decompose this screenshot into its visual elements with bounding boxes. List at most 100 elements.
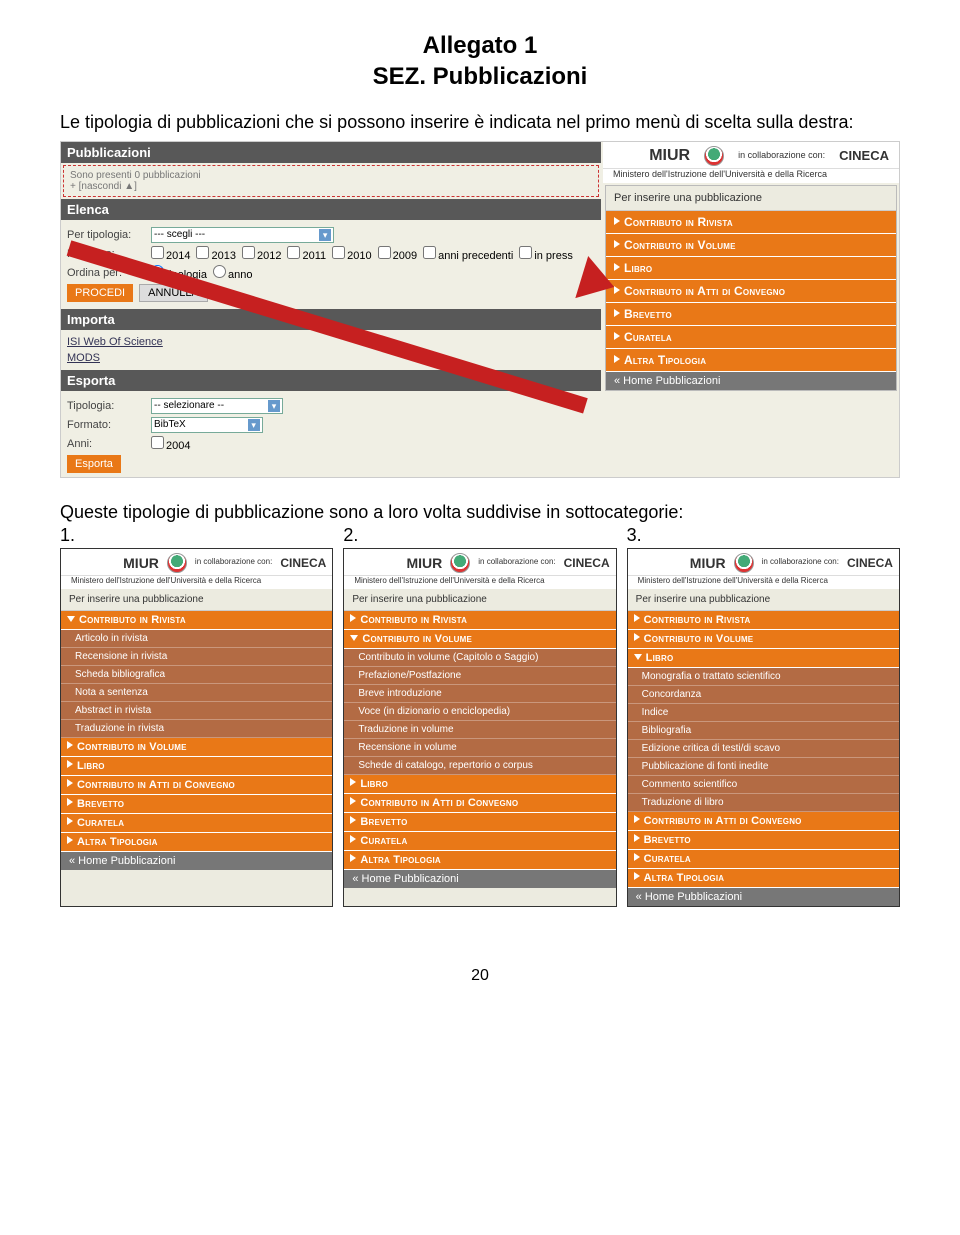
intro-text: Le tipologia di pubblicazioni che si pos… — [60, 110, 900, 134]
sub-item[interactable]: Concordanza — [628, 686, 899, 704]
chevron-down-icon: ▾ — [268, 400, 280, 412]
cat-item[interactable]: Contributo in Atti di Convegno — [628, 812, 899, 831]
cat-altra[interactable]: Altra Tipologia — [606, 349, 896, 372]
cat-item[interactable]: Contributo in Rivista — [628, 611, 899, 630]
chk-2009[interactable]: 2009 — [378, 246, 417, 262]
sub-item[interactable]: Recensione in rivista — [61, 648, 332, 666]
back-link[interactable]: « Home Pubblicazioni — [606, 372, 896, 390]
elenca-header: Elenca — [61, 199, 601, 220]
sub-item[interactable]: Articolo in rivista — [61, 630, 332, 648]
chk-2011[interactable]: 2011 — [287, 246, 326, 262]
cat-expanded[interactable]: Contributo in Volume — [344, 630, 615, 649]
sub-item[interactable]: Commento scientifico — [628, 776, 899, 794]
row-ordina: Ordina per: tipologia anno — [67, 265, 595, 281]
chevron-down-icon: ▾ — [319, 229, 331, 241]
cat-item[interactable]: Libro — [61, 757, 332, 776]
cat-item[interactable]: Altra Tipologia — [61, 833, 332, 852]
sub-item[interactable]: Traduzione in volume — [344, 721, 615, 739]
annulla-button[interactable]: ANNULLA — [139, 284, 208, 302]
chevron-down-icon — [67, 616, 75, 622]
sub-item[interactable]: Pubblicazione di fonti inedite — [628, 758, 899, 776]
sub-item[interactable]: Traduzione di libro — [628, 794, 899, 812]
cat-rivista[interactable]: Contributo in Rivista — [606, 211, 896, 234]
select-tipologia[interactable]: --- scegli --- ▾ — [151, 227, 334, 243]
back-link[interactable]: « Home Pubblicazioni — [61, 852, 332, 870]
chevron-right-icon — [614, 217, 620, 225]
chk-2010[interactable]: 2010 — [332, 246, 371, 262]
back-link[interactable]: « Home Pubblicazioni — [628, 888, 899, 906]
cat-brevetto[interactable]: Brevetto — [606, 303, 896, 326]
left-column: Pubblicazioni Sono presenti 0 pubblicazi… — [61, 142, 601, 477]
chk-2012[interactable]: 2012 — [242, 246, 281, 262]
radio-anno[interactable]: anno — [213, 265, 252, 281]
sub-item[interactable]: Recensione in volume — [344, 739, 615, 757]
chevron-right-icon — [614, 240, 620, 248]
select-tipologia-export[interactable]: -- selezionare --▾ — [151, 398, 283, 414]
panel-prompt: Per inserire una pubblicazione — [606, 186, 896, 211]
col-label-1: 1. — [60, 525, 333, 546]
pubblicazioni-header: Pubblicazioni — [61, 142, 601, 163]
chevron-down-icon: ▾ — [248, 419, 260, 431]
cat-expanded[interactable]: Libro — [628, 649, 899, 668]
sub-item[interactable]: Edizione critica di testi/di scavo — [628, 740, 899, 758]
cat-item[interactable]: Brevetto — [344, 813, 615, 832]
three-panels: MIURin collaborazione con:CINECA Ministe… — [60, 548, 900, 907]
sub-item[interactable]: Scheda bibliografica — [61, 666, 332, 684]
cat-item[interactable]: Contributo in Atti di Convegno — [344, 794, 615, 813]
chk-2004[interactable]: 2004 — [151, 436, 190, 452]
sub-item[interactable]: Breve introduzione — [344, 685, 615, 703]
sub-item[interactable]: Abstract in rivista — [61, 702, 332, 720]
chk-2014[interactable]: 2014 — [151, 246, 190, 262]
cat-item[interactable]: Altra Tipologia — [628, 869, 899, 888]
cat-item[interactable]: Brevetto — [628, 831, 899, 850]
cat-curatela[interactable]: Curatela — [606, 326, 896, 349]
cat-item[interactable]: Altra Tipologia — [344, 851, 615, 870]
radio-tipologia[interactable]: tipologia — [151, 265, 207, 281]
chevron-right-icon — [614, 309, 620, 317]
cat-item[interactable]: Curatela — [628, 850, 899, 869]
col-label-3: 3. — [627, 525, 900, 546]
sub-item[interactable]: Prefazione/Postfazione — [344, 667, 615, 685]
sub-item[interactable]: Bibliografia — [628, 722, 899, 740]
collab-label: in collaborazione con: — [738, 151, 825, 161]
sub-item[interactable]: Monografia o trattato scientifico — [628, 668, 899, 686]
cat-item[interactable]: Brevetto — [61, 795, 332, 814]
gov-emblem-icon — [704, 146, 724, 166]
chk-precedenti[interactable]: anni precedenti — [423, 246, 513, 262]
gov-emblem-icon — [734, 553, 754, 573]
esporta-button[interactable]: Esporta — [67, 455, 121, 473]
miur-subtitle: Ministero dell'Istruzione dell'Universit… — [603, 169, 899, 183]
sub-item[interactable]: Nota a sentenza — [61, 684, 332, 702]
importa-header: Importa — [61, 309, 601, 330]
link-isi[interactable]: ISI Web Of Science — [67, 336, 163, 348]
summary-box: Sono presenti 0 pubblicazioni + [nascond… — [63, 165, 599, 197]
cat-volume[interactable]: Contributo in Volume — [606, 234, 896, 257]
procedi-button[interactable]: PROCEDI — [67, 284, 133, 302]
cat-item[interactable]: Curatela — [61, 814, 332, 833]
select-formato[interactable]: BibTeX▾ — [151, 417, 263, 433]
row-anno: Per anno: 2014 2013 2012 2011 2010 2009 … — [67, 246, 595, 262]
sub-item[interactable]: Schede di catalogo, repertorio o corpus — [344, 757, 615, 775]
cat-item[interactable]: Contributo in Atti di Convegno — [61, 776, 332, 795]
cat-item[interactable]: Curatela — [344, 832, 615, 851]
sub-item[interactable]: Traduzione in rivista — [61, 720, 332, 738]
back-link[interactable]: « Home Pubblicazioni — [344, 870, 615, 888]
right-column: MIUR in collaborazione con: CINECA Minis… — [603, 142, 899, 393]
sub-item[interactable]: Voce (in dizionario o enciclopedia) — [344, 703, 615, 721]
cat-item[interactable]: Libro — [344, 775, 615, 794]
cat-item[interactable]: Contributo in Rivista — [344, 611, 615, 630]
panel-1: MIURin collaborazione con:CINECA Ministe… — [60, 548, 333, 907]
cat-item[interactable]: Contributo in Volume — [628, 630, 899, 649]
link-mods[interactable]: MODS — [67, 352, 100, 364]
cat-convegno[interactable]: Contributo in Atti di Convegno — [606, 280, 896, 303]
page-number: 20 — [60, 967, 900, 985]
chk-inpress[interactable]: in press — [519, 246, 573, 262]
panel-2: MIURin collaborazione con:CINECA Ministe… — [343, 548, 616, 907]
cat-item[interactable]: Contributo in Volume — [61, 738, 332, 757]
chk-2013[interactable]: 2013 — [196, 246, 235, 262]
cat-expanded[interactable]: Contributo in Rivista — [61, 611, 332, 630]
sub-item[interactable]: Indice — [628, 704, 899, 722]
cat-libro[interactable]: Libro — [606, 257, 896, 280]
chevron-right-icon — [614, 286, 620, 294]
sub-item[interactable]: Contributo in volume (Capitolo o Saggio) — [344, 649, 615, 667]
